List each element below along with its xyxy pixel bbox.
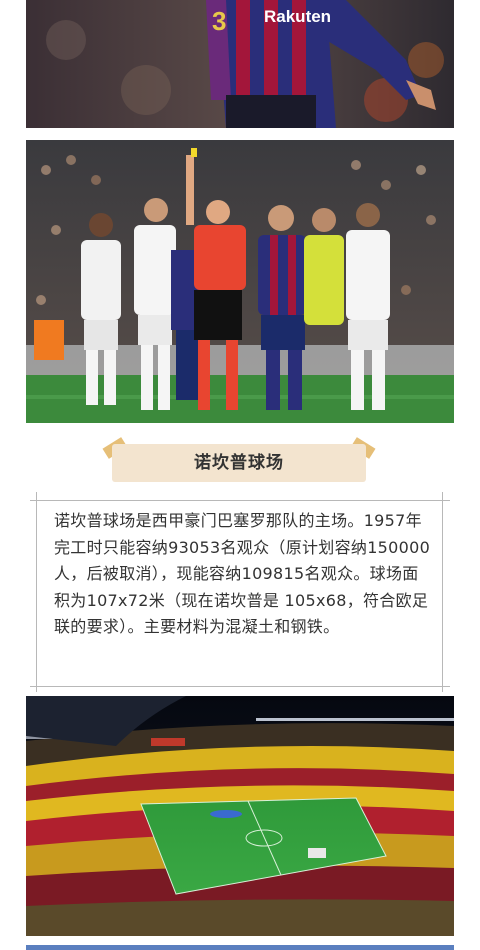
text-frame: 诺坎普球场是西甲豪门巴塞罗那队的主场。1957年完工时只能容纳93053名观众（…	[30, 492, 450, 692]
jersey-number-text: 3	[212, 6, 226, 36]
next-image-edge	[26, 945, 454, 950]
barcelona-player-photo: Rakuten 3	[26, 0, 454, 128]
jersey-sponsor-text: Rakuten	[264, 7, 331, 26]
section-title-banner: 诺坎普球场	[102, 437, 376, 488]
referee-yellow-card-photo	[26, 140, 454, 423]
camp-nou-stadium-photo	[26, 696, 454, 936]
frame-top-line	[30, 500, 450, 501]
section-title: 诺坎普球场	[194, 453, 284, 473]
section-paragraph: 诺坎普球场是西甲豪门巴塞罗那队的主场。1957年完工时只能容纳93053名观众（…	[54, 511, 431, 636]
frame-right-line	[442, 492, 443, 692]
frame-bottom-line	[30, 686, 450, 687]
frame-left-line	[36, 492, 37, 692]
